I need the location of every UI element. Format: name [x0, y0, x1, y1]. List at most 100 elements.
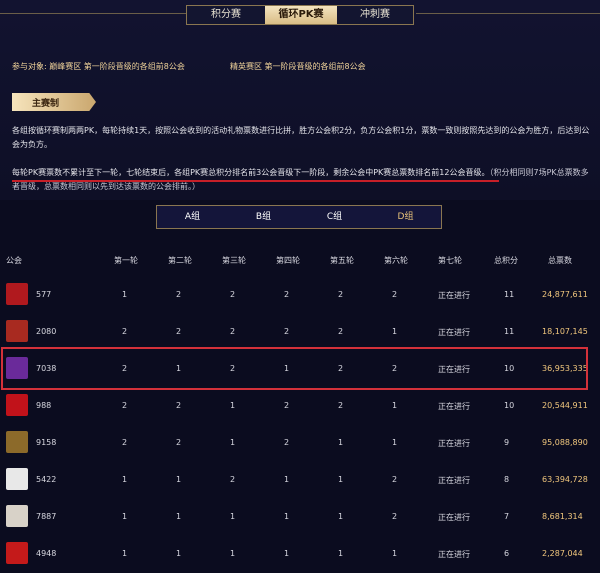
total-score: 8 [504, 475, 510, 484]
round-score: 2 [338, 327, 344, 336]
round-score: 2 [284, 290, 290, 299]
tab-sprint[interactable]: 冲刺赛 [337, 6, 413, 24]
round-score: 2 [176, 401, 182, 410]
round-score: 1 [230, 438, 236, 447]
total-votes: 20,544,911 [542, 401, 588, 410]
table-row: 7887 1 1 1 1 1 2 正在进行 7 8,681,314 [0, 499, 600, 536]
col-score: 总积分 [494, 256, 518, 265]
round-score: 2 [392, 475, 398, 484]
round-score: 2 [284, 438, 290, 447]
guild-logo-icon [6, 283, 28, 305]
total-votes: 63,394,728 [542, 475, 588, 484]
guild-logo-icon [6, 505, 28, 527]
round-score: 1 [392, 438, 398, 447]
total-votes: 95,088,890 [542, 438, 588, 447]
rules-main: 每轮PK赛票数不累计至下一轮，七轮结束后，各组PK赛总积分排名前3公会晋级下一阶… [12, 168, 490, 177]
table-header: 公会 第一轮 第二轮 第三轮 第四轮 第五轮 第六轮 第七轮 总积分 总票数 [0, 255, 600, 273]
tab-pk[interactable]: 循环PK赛 [265, 6, 337, 24]
guild-logo-icon [6, 431, 28, 453]
round-score: 1 [122, 512, 128, 521]
guild-id: 577 [36, 290, 52, 299]
guild-id: 4948 [36, 549, 57, 558]
col-r6: 第六轮 [384, 256, 408, 265]
col-r7: 第七轮 [438, 256, 462, 265]
guild-id: 5422 [36, 475, 57, 484]
divider-right [416, 13, 600, 14]
round-score: 2 [122, 438, 128, 447]
rules-paragraph-1: 各组按循环赛制两两PK，每轮持续1天，按照公会收到的活动礼物票数进行比拼，胜方公… [12, 126, 590, 149]
guild-logo-icon [6, 542, 28, 564]
group-b-tab[interactable]: B组 [228, 206, 299, 228]
total-score: 6 [504, 549, 510, 558]
tab-points[interactable]: 积分赛 [187, 6, 265, 24]
guild-id: 9158 [36, 438, 57, 447]
round-score: 1 [122, 290, 128, 299]
round-score: 1 [176, 549, 182, 558]
total-score: 11 [504, 327, 515, 336]
round-score: 2 [122, 327, 128, 336]
table-row: 9158 2 2 1 2 1 1 正在进行 9 95,088,890 [0, 425, 600, 462]
guild-logo-icon [6, 320, 28, 342]
table-row: 4948 1 1 1 1 1 1 正在进行 6 2,287,044 [0, 536, 600, 573]
round-7-status: 正在进行 [438, 550, 470, 559]
participants: 参与对象: 巅峰赛区 第一阶段晋级的各组前8公会 精英赛区 第一阶段晋级的各组前… [12, 61, 366, 72]
round-score: 1 [392, 549, 398, 558]
red-underline [12, 180, 499, 182]
guild-logo-icon [6, 468, 28, 490]
round-score: 1 [338, 475, 344, 484]
round-score: 1 [230, 549, 236, 558]
round-score: 2 [122, 401, 128, 410]
round-score: 1 [284, 512, 290, 521]
round-score: 2 [284, 401, 290, 410]
col-r1: 第一轮 [114, 256, 138, 265]
round-score: 1 [122, 475, 128, 484]
group-c-tab[interactable]: C组 [299, 206, 370, 228]
table-row: 5422 1 1 2 1 1 2 正在进行 8 63,394,728 [0, 462, 600, 499]
round-score: 1 [338, 549, 344, 558]
round-score: 2 [230, 327, 236, 336]
total-votes: 2,287,044 [542, 549, 583, 558]
section-title: 主赛制 [12, 93, 96, 111]
round-score: 2 [176, 438, 182, 447]
col-r5: 第五轮 [330, 256, 354, 265]
round-7-status: 正在进行 [438, 328, 470, 337]
page: 积分赛 循环PK赛 冲刺赛 参与对象: 巅峰赛区 第一阶段晋级的各组前8公会 精… [0, 0, 600, 568]
round-score: 1 [230, 401, 236, 410]
round-score: 2 [338, 290, 344, 299]
group-a-tab[interactable]: A组 [157, 206, 228, 228]
round-score: 2 [176, 327, 182, 336]
round-7-status: 正在进行 [438, 439, 470, 448]
round-score: 1 [284, 475, 290, 484]
round-score: 1 [122, 549, 128, 558]
round-7-status: 正在进行 [438, 291, 470, 300]
group-d-tab[interactable]: D组 [370, 206, 441, 228]
col-votes: 总票数 [548, 256, 572, 265]
table-row: 577 1 2 2 2 2 2 正在进行 11 24,877,611 [0, 277, 600, 314]
round-score: 1 [284, 549, 290, 558]
guild-id: 988 [36, 401, 52, 410]
round-7-status: 正在进行 [438, 476, 470, 485]
total-score: 10 [504, 401, 515, 410]
round-score: 1 [338, 512, 344, 521]
table-row: 988 2 2 1 2 2 1 正在进行 10 20,544,911 [0, 388, 600, 425]
guild-logo-icon [6, 394, 28, 416]
highlight-box [1, 347, 588, 390]
section-title-text: 主赛制 [32, 99, 60, 109]
col-guild: 公会 [6, 256, 22, 265]
col-r2: 第二轮 [168, 256, 192, 265]
round-score: 1 [392, 327, 398, 336]
stage-tabs: 积分赛 循环PK赛 冲刺赛 [186, 5, 414, 25]
participants-label: 参与对象: [12, 62, 47, 71]
total-votes: 8,681,314 [542, 512, 583, 521]
round-score: 2 [392, 512, 398, 521]
col-r3: 第三轮 [222, 256, 246, 265]
round-score: 2 [230, 475, 236, 484]
round-score: 1 [338, 438, 344, 447]
total-votes: 24,877,611 [542, 290, 588, 299]
guild-id: 2080 [36, 327, 57, 336]
total-score: 11 [504, 290, 515, 299]
round-score: 2 [230, 290, 236, 299]
divider-left [0, 13, 186, 14]
group-tabs: A组 B组 C组 D组 [156, 205, 442, 229]
round-score: 2 [392, 290, 398, 299]
